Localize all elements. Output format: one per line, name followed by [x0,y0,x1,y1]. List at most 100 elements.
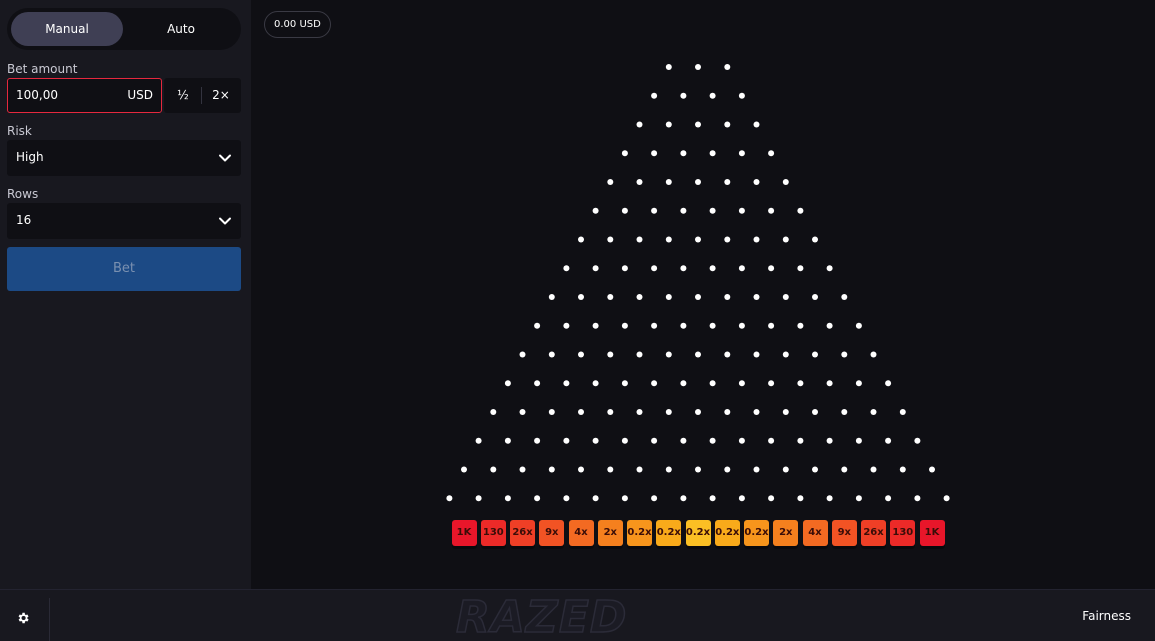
peg [651,207,658,214]
peg [665,351,672,358]
peg [534,322,541,329]
peg [870,351,877,358]
peg [665,179,672,185]
peg [899,409,906,415]
peg [724,179,731,185]
peg [695,351,701,358]
peg [724,351,731,358]
peg [738,265,745,272]
peg [695,179,701,185]
peg [490,466,497,473]
auto-mode-tab[interactable]: Auto [125,12,237,46]
multiplier-slot: 0.2x [627,520,652,546]
peg [665,294,672,300]
peg [841,466,848,473]
multiplier-slot: 2x [773,520,799,546]
peg [621,265,628,272]
half-bet-button[interactable]: ½ [164,78,202,113]
peg [855,495,862,502]
manual-mode-tab[interactable]: Manual [11,12,123,46]
peg [519,351,526,358]
peg [812,466,818,473]
chevron-down-icon [219,154,231,162]
rows-select[interactable]: 16 [7,203,241,239]
peg [812,236,818,243]
peg [680,322,687,329]
risk-select[interactable]: High [7,140,241,176]
peg [592,437,599,444]
peg [636,236,643,243]
peg [607,351,614,358]
peg [504,495,511,502]
peg [753,466,760,473]
peg [695,294,701,300]
peg [607,294,614,300]
peg [563,322,570,329]
peg [709,437,716,444]
bet-amount-input[interactable]: 100,00 USD [7,78,162,113]
peg [534,380,541,387]
peg [578,409,584,415]
peg [695,121,701,128]
peg [738,207,745,214]
peg [797,380,804,387]
peg [768,265,775,272]
peg [753,236,760,243]
multiplier-slot: 4x [802,520,828,546]
peg [548,466,555,473]
peg [680,380,687,387]
peg [753,179,760,185]
footer-divider [49,598,50,641]
peg [738,495,745,502]
peg [592,322,599,329]
peg [607,236,614,243]
mode-toggle: Manual Auto [7,8,241,50]
peg [782,294,789,300]
peg [797,207,804,214]
rows-value: 16 [16,213,32,227]
double-bet-button[interactable]: 2× [202,78,240,113]
peg [768,150,775,157]
peg [607,409,614,415]
risk-value: High [16,150,44,164]
risk-label: Risk [7,124,32,138]
multiplier-slot: 2x [597,520,623,546]
peg [753,294,760,300]
peg [607,179,614,185]
peg [943,495,950,502]
peg [709,265,716,272]
peg [768,322,775,329]
peg [782,351,789,358]
peg [621,380,628,387]
peg [607,466,614,473]
peg [461,466,467,473]
peg [621,207,628,214]
fairness-link[interactable]: Fairness [1082,609,1131,623]
peg [578,466,584,473]
rows-label: Rows [7,187,39,201]
peg [855,380,862,387]
multiplier-slot: 0.2x [685,520,711,546]
balance-display: 0.00 USD [264,11,331,38]
peg [548,351,555,358]
peg [812,294,818,300]
razed-logo: RAZED [455,592,628,641]
peg [738,380,745,387]
peg [636,466,643,473]
peg [680,92,687,99]
peg [841,409,848,415]
peg [548,294,555,300]
peg [446,495,453,502]
bet-button[interactable]: Bet [7,247,241,291]
peg [724,121,731,128]
gear-icon[interactable] [16,611,30,625]
peg [665,409,672,415]
peg [885,437,892,444]
peg [753,121,760,128]
bet-amount-value[interactable]: 100,00 [16,88,58,102]
peg [636,409,643,415]
bet-amount-label: Bet amount [7,62,78,76]
peg [578,236,584,243]
multiplier-slot: 130 [890,520,916,546]
peg [636,179,643,185]
